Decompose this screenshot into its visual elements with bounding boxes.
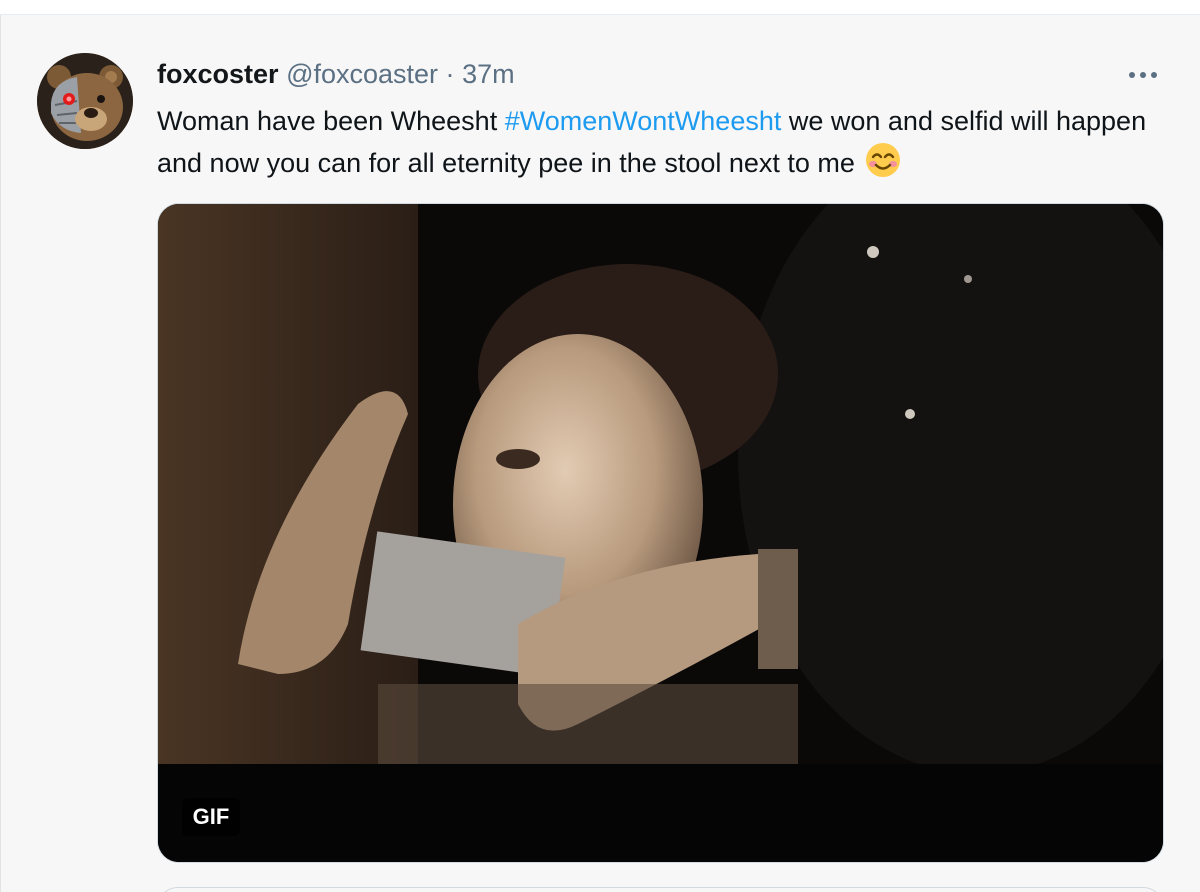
tweet-text: Woman have been Wheesht #WomenWontWheesh… [157,101,1157,190]
tweet-header: foxcoster @foxcoaster · 37m [157,57,515,91]
smiling-face-with-smiling-eyes-icon [865,142,901,190]
hashtag-link[interactable]: #WomenWontWheesht [505,106,782,136]
timestamp[interactable]: 37m [462,59,515,89]
display-name[interactable]: foxcoster [157,59,279,89]
tweet-text-part-1: Woman have been Wheesht [157,106,505,136]
tweet-card[interactable]: foxcoster @foxcoaster · 37m Woman have b… [0,15,1200,892]
header-separator: · [445,59,455,89]
gif-media[interactable]: GIF [157,203,1164,863]
next-card-edge [157,887,1164,892]
page: foxcoster @foxcoaster · 37m Woman have b… [0,0,1200,892]
avatar[interactable] [37,53,133,149]
user-handle[interactable]: @foxcoaster [286,59,438,89]
gif-badge: GIF [182,798,240,836]
more-options-button[interactable] [1123,59,1163,91]
more-icon [1129,72,1157,78]
previous-tweet-edge [0,0,1200,15]
